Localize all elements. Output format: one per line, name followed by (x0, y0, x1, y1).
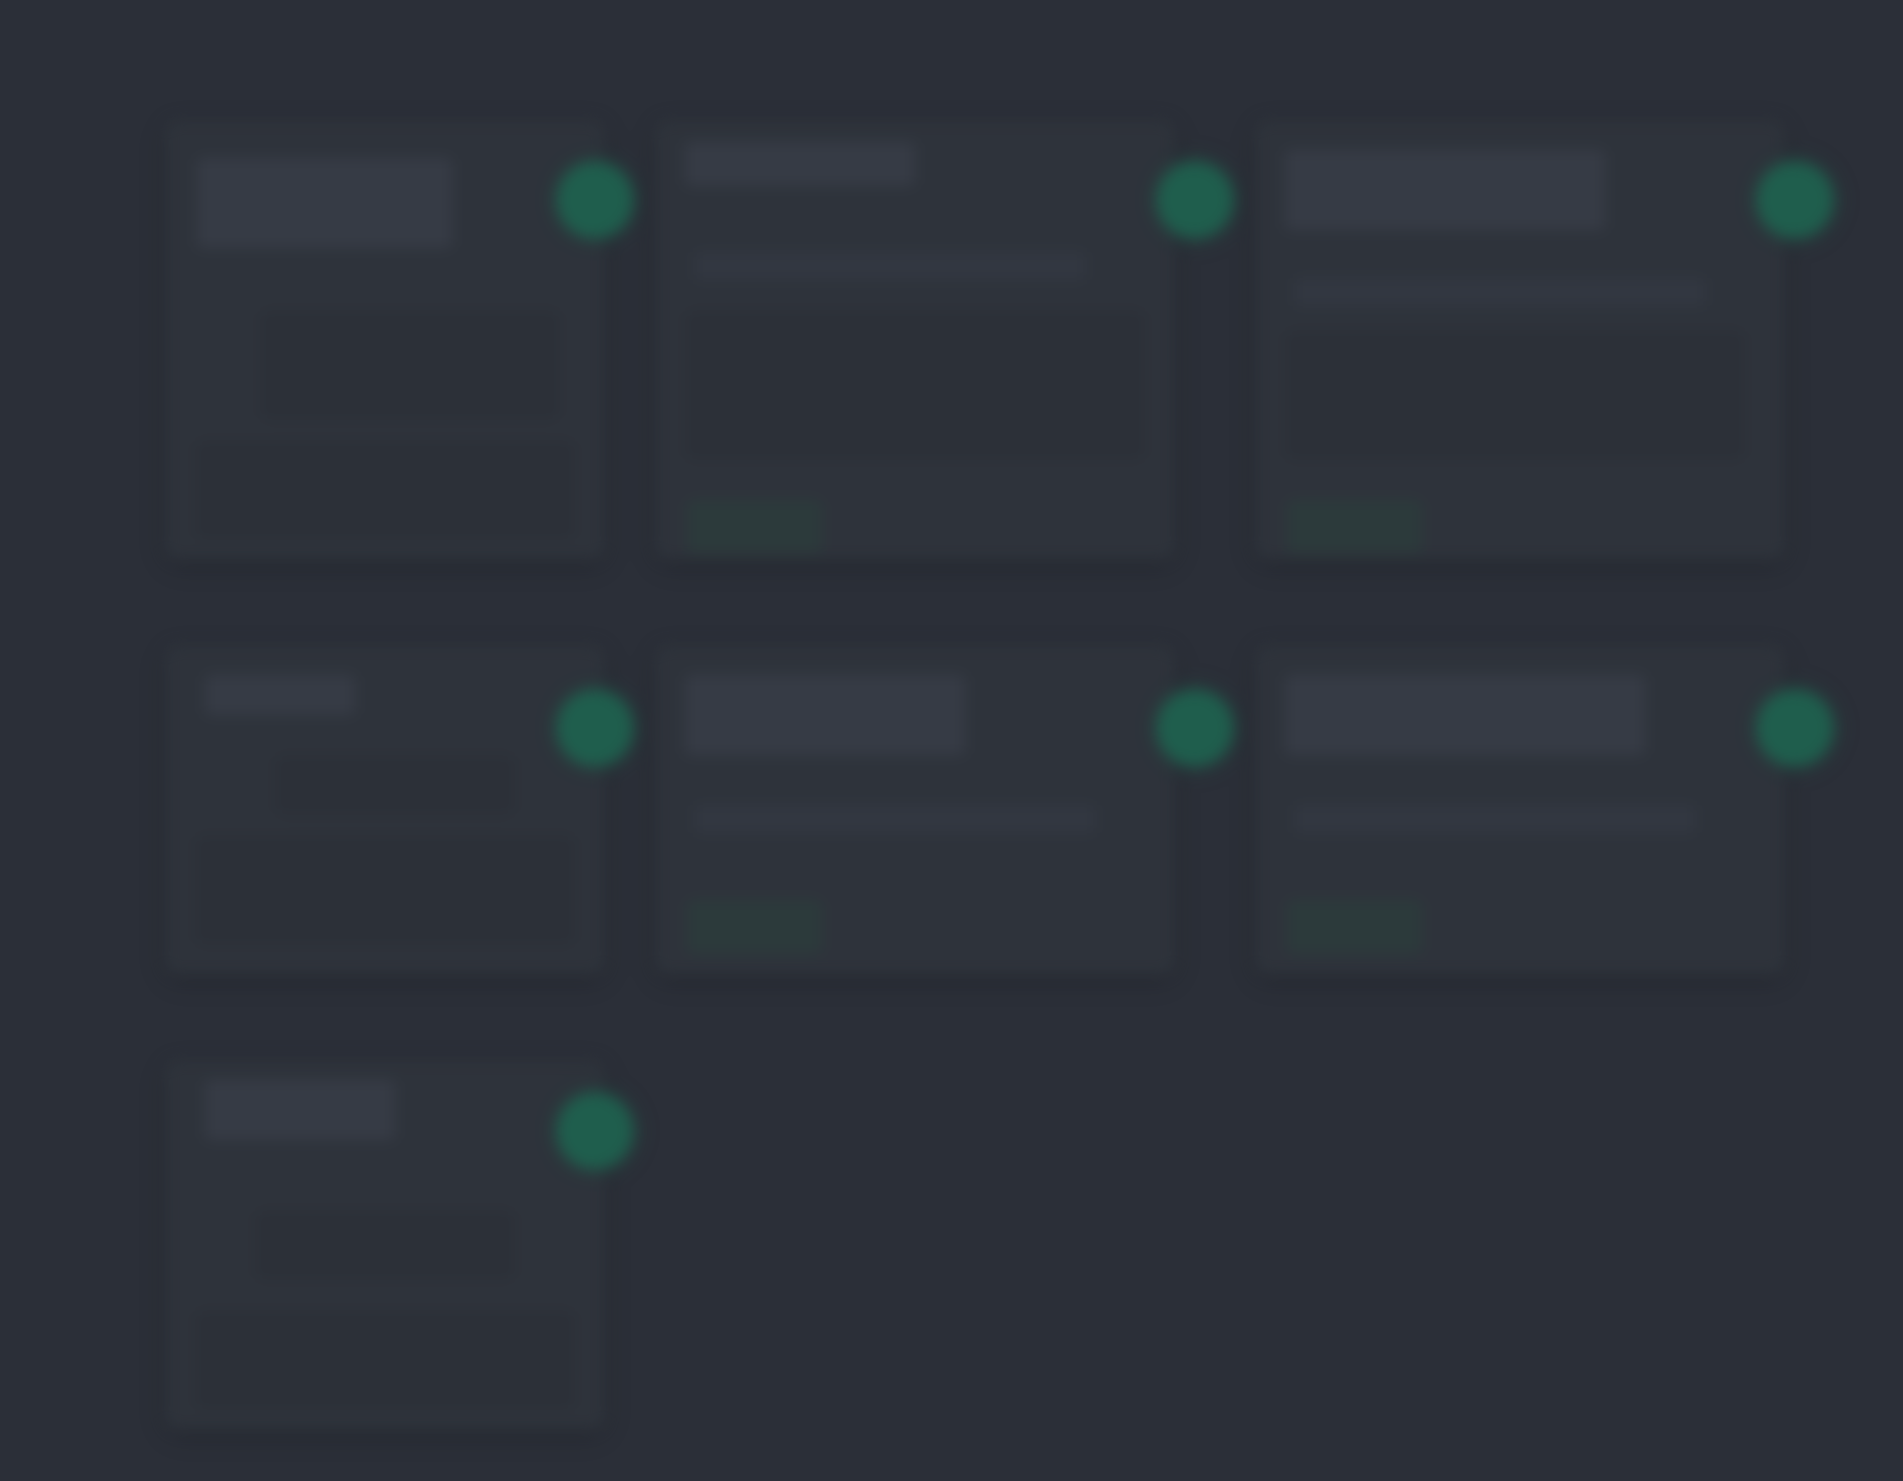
card-action-button[interactable] (1287, 500, 1422, 554)
card-title (197, 158, 452, 248)
card-body (1295, 805, 1695, 833)
card-panel (255, 1210, 515, 1280)
blurred-dashboard (0, 0, 1903, 1481)
card-panel (195, 1310, 575, 1410)
status-dot-icon (557, 1093, 633, 1169)
card-panel (195, 440, 575, 540)
card-panel (195, 835, 575, 945)
card-2[interactable] (655, 120, 1175, 560)
card-5[interactable] (655, 645, 1175, 975)
card-title (1285, 675, 1645, 755)
card-panel (275, 755, 515, 815)
status-dot-icon (1157, 690, 1233, 766)
card-panel (1285, 330, 1745, 460)
status-dot-icon (1157, 162, 1233, 238)
card-7[interactable] (165, 1060, 605, 1430)
card-body (1295, 278, 1705, 306)
card-body (695, 805, 1095, 833)
status-dot-icon (557, 690, 633, 766)
card-1[interactable] (165, 120, 605, 560)
card-action-button[interactable] (1287, 900, 1422, 954)
card-panel (685, 310, 1145, 460)
card-action-button[interactable] (687, 900, 822, 954)
card-6[interactable] (1255, 645, 1785, 975)
card-body (695, 252, 1085, 280)
status-dot-icon (1757, 690, 1833, 766)
card-4[interactable] (165, 645, 605, 975)
card-title (1285, 150, 1605, 230)
card-title (685, 675, 965, 755)
card-action-button[interactable] (687, 500, 822, 554)
card-title (205, 1080, 395, 1140)
status-dot-icon (557, 162, 633, 238)
card-title (205, 675, 355, 715)
card-3[interactable] (1255, 120, 1785, 560)
status-dot-icon (1757, 162, 1833, 238)
card-title (685, 142, 915, 186)
card-panel (260, 310, 560, 420)
